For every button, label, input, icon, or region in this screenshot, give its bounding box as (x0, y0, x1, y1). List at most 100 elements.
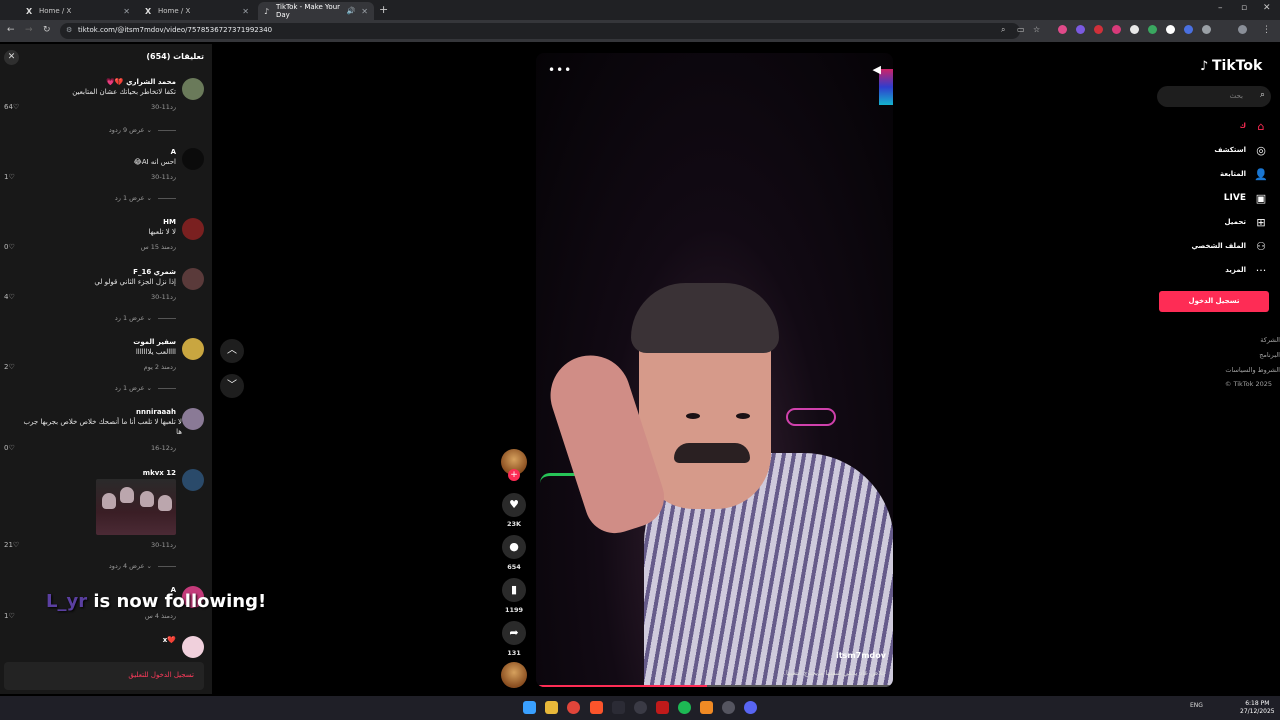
view-replies-button[interactable]: عرض 4 ردود ⌄ (109, 562, 176, 570)
heart-outline-icon[interactable]: ♡ (8, 243, 14, 251)
nav-profile[interactable]: الملف الشخصي ⚇ (1191, 238, 1268, 254)
next-video-button[interactable]: ﹀ (220, 374, 244, 398)
heart-outline-icon[interactable]: ♡ (8, 173, 14, 181)
comment-like[interactable]: 0♡ (4, 243, 15, 251)
brave-icon[interactable] (590, 701, 603, 714)
avatar[interactable] (182, 338, 204, 360)
comment-author[interactable]: سفير الموت (133, 338, 176, 346)
close-comments-button[interactable]: ✕ (4, 50, 19, 65)
app-icon[interactable] (700, 701, 713, 714)
comment-author[interactable]: شمري F_16 (133, 268, 176, 276)
like-button[interactable]: ♥ (502, 493, 526, 517)
comment-reply[interactable]: رد (170, 173, 176, 181)
close-tab-icon[interactable]: ✕ (361, 7, 368, 16)
cast-icon[interactable]: ▭ (1017, 25, 1025, 34)
forward-icon[interactable]: → (25, 25, 33, 35)
settings-icon[interactable] (722, 701, 735, 714)
video-player[interactable]: ••• ◀ itsm7mdov خلاص عاد يكفي شفتها مايح… (536, 53, 893, 687)
site-info-icon[interactable]: ⚙ (66, 26, 72, 34)
extensions-puzzle-icon[interactable] (1202, 25, 1211, 34)
discord-icon[interactable] (744, 701, 757, 714)
comment-like[interactable]: 21♡ (4, 541, 19, 549)
close-tab-icon[interactable]: ✕ (123, 7, 130, 16)
app-icon[interactable] (634, 701, 647, 714)
avatar[interactable] (182, 78, 204, 100)
view-replies-button[interactable]: عرض 9 ردود ⌄ (109, 126, 176, 134)
comment-reply[interactable]: رد (170, 243, 176, 251)
music-disc-avatar[interactable] (501, 662, 527, 688)
tab-home-x-1[interactable]: X Home / X ✕ (20, 2, 136, 20)
new-tab-button[interactable]: + (379, 3, 388, 16)
bookmark-star-icon[interactable]: ☆ (1033, 25, 1040, 34)
nav-live[interactable]: LIVE ▣ (1224, 190, 1268, 206)
more-options-icon[interactable]: ••• (548, 63, 572, 77)
comment-like[interactable]: 1♡ (4, 173, 15, 181)
heart-outline-icon[interactable]: ♡ (8, 363, 14, 371)
comment-image[interactable] (96, 479, 176, 535)
heart-outline-icon[interactable]: ♡ (8, 612, 14, 620)
heart-outline-icon[interactable]: ♡ (8, 293, 14, 301)
comment-reply[interactable]: رد (170, 444, 176, 452)
save-button[interactable]: ▮ (502, 578, 526, 602)
avatar[interactable] (182, 268, 204, 290)
language-indicator[interactable]: ENG (1190, 702, 1203, 709)
heart-outline-icon[interactable]: ♡ (8, 444, 14, 452)
tab-home-x-2[interactable]: X Home / X ✕ (139, 2, 255, 20)
avatar[interactable] (182, 218, 204, 240)
heart-outline-icon[interactable]: ♡ (13, 103, 19, 111)
avatar[interactable] (182, 636, 204, 658)
heart-outline-icon[interactable]: ♡ (13, 541, 19, 549)
comment-reply[interactable]: رد (170, 293, 176, 301)
search-input[interactable]: بحث ⌕ (1157, 86, 1271, 107)
comment-reply[interactable]: رد (170, 541, 176, 549)
comment-author[interactable]: ❤️x (163, 636, 176, 644)
nav-following[interactable]: المتابعة 👤 (1220, 166, 1268, 182)
comment-author[interactable]: nnniraaah (136, 408, 176, 416)
avatar[interactable] (182, 148, 204, 170)
view-replies-button[interactable]: عرض 1 رد ⌄ (115, 314, 176, 322)
back-icon[interactable]: ← (7, 25, 15, 35)
comment-author[interactable]: محمد الشراري 💔💗 (106, 78, 176, 86)
reload-icon[interactable]: ↻ (43, 25, 51, 35)
extension-icon[interactable] (1094, 25, 1103, 34)
url-field[interactable]: ⚙ tiktok.com/@itsm7mdov/video/7578536727… (60, 23, 1020, 39)
video-username[interactable]: itsm7mdov (836, 651, 886, 660)
comment-like[interactable]: 0♡ (4, 444, 15, 452)
maximize-icon[interactable]: ▫ (1241, 3, 1247, 13)
nav-home[interactable]: ك ⌂ (1240, 118, 1268, 134)
volume-icon[interactable]: ◀ (873, 63, 881, 76)
extension-icon[interactable] (1166, 25, 1175, 34)
extension-icon[interactable] (1058, 25, 1067, 34)
speaker-icon[interactable]: 🔊 (347, 7, 356, 15)
browser-menu-icon[interactable]: ⋮ (1262, 25, 1271, 35)
zoom-icon[interactable]: ⌕ (1001, 25, 1005, 35)
chrome-icon[interactable] (567, 701, 580, 714)
login-button[interactable]: تسجيل الدخول (1159, 291, 1269, 312)
windows-start-icon[interactable] (523, 701, 536, 714)
comment-reply[interactable]: رد (170, 363, 176, 371)
system-clock[interactable]: 6:18 PM 27/12/2025 (1240, 700, 1275, 716)
avatar[interactable] (182, 408, 204, 430)
extension-icon[interactable] (1148, 25, 1157, 34)
nav-explore[interactable]: استكشف ◎ (1214, 142, 1268, 158)
comment-like[interactable]: 64♡ (4, 103, 19, 111)
comment-author[interactable]: HM (163, 218, 176, 226)
tiktok-logo[interactable]: ♪ TikTok (1200, 58, 1262, 74)
comment-like[interactable]: 1♡ (4, 612, 15, 620)
close-window-icon[interactable]: ✕ (1263, 3, 1271, 13)
comment-like[interactable]: 2♡ (4, 363, 15, 371)
minimize-icon[interactable]: – (1218, 3, 1223, 13)
search-icon[interactable]: ⌕ (1260, 90, 1265, 100)
extension-icon[interactable] (1184, 25, 1193, 34)
footer-link-terms[interactable]: الشروط والسياسات (1225, 366, 1280, 374)
comment-like[interactable]: 4♡ (4, 293, 15, 301)
close-tab-icon[interactable]: ✕ (242, 7, 249, 16)
extension-icon[interactable] (1076, 25, 1085, 34)
app-icon[interactable] (612, 701, 625, 714)
share-button[interactable]: ➦ (502, 621, 526, 645)
nav-upload[interactable]: تحميل ⊞ (1225, 214, 1268, 230)
view-replies-button[interactable]: عرض 1 رد ⌄ (115, 194, 176, 202)
video-progress-bar[interactable] (536, 685, 893, 687)
comment-reply[interactable]: رد (170, 612, 176, 620)
comment-reply[interactable]: رد (170, 103, 176, 111)
